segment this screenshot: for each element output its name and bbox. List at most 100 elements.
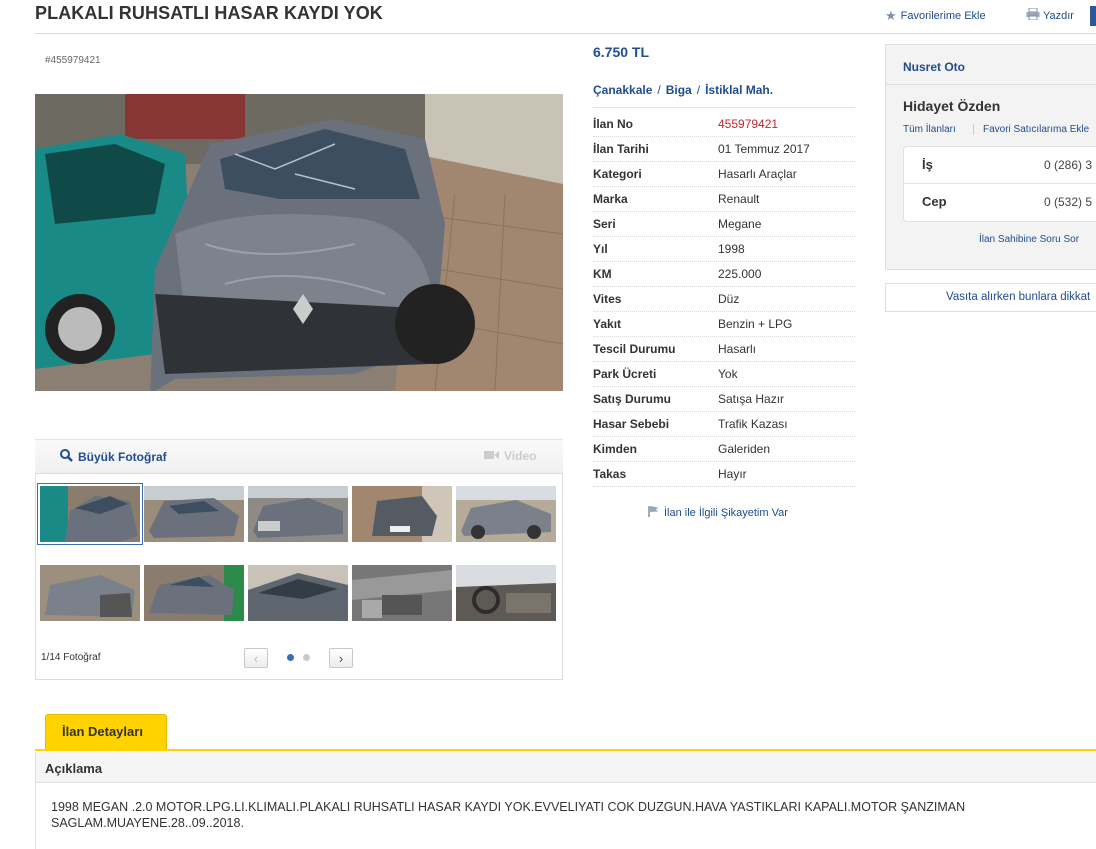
info-row-value: Megane [718,217,762,231]
report-listing-link[interactable]: İlan ile İlgili Şikayetim Var [648,506,788,520]
thumbnail[interactable] [144,565,244,621]
description-title: Açıklama [45,761,103,776]
report-listing-label: İlan ile İlgili Şikayetim Var [664,507,788,519]
page-dot[interactable] [303,654,310,661]
location-divider [593,107,855,108]
info-row-label: Hasar Sebebi [593,417,670,431]
video-camera-icon [484,449,499,463]
info-row-label: Seri [593,217,616,231]
info-row-label: Yakıt [593,317,622,331]
all-ads-link[interactable]: Tüm İlanları [903,124,956,135]
add-favorite-label: Favorilerime Ekle [900,10,986,22]
info-row: Marka Renault [593,186,855,212]
info-row-label: Takas [593,467,627,481]
thumbnail[interactable] [37,483,143,545]
info-row-label: Yıl [593,242,608,256]
thumbnail[interactable] [40,565,140,621]
info-row-value: Satışa Hazır [718,392,785,406]
info-row-value: Benzin + LPG [718,317,793,331]
add-favorite-link[interactable]: ★ Favorilerime Ekle [885,8,986,24]
info-row: Seri Megane [593,211,855,237]
info-row-value: Hayır [718,467,747,481]
page-title: PLAKALI RUHSATLI HASAR KAYDI YOK [35,3,383,23]
store-name[interactable]: Nusret Oto [903,60,965,74]
info-row-value: Galeriden [718,442,771,456]
flag-icon [648,506,658,520]
location-district[interactable]: Biga [666,83,692,97]
info-row-label: Park Ücreti [593,367,657,381]
info-row: Kategori Hasarlı Araçlar [593,161,855,187]
big-photo-label: Büyük Fotoğraf [78,450,167,464]
info-row-label: KM [593,267,612,281]
big-photo-button[interactable]: Büyük Fotoğraf [60,449,167,465]
info-row-label: Marka [593,192,628,206]
print-label: Yazdır [1043,9,1074,22]
photo-counter: 1/14 Fotoğraf [41,652,101,663]
ask-seller-link[interactable]: İlan Sahibine Soru Sor [979,234,1079,245]
thumbnail[interactable] [248,565,348,621]
location-separator: / [657,83,661,97]
buying-tips-label[interactable]: Vasıta alırken bunlara dikkat [946,291,1090,303]
info-row: Vites Düz [593,286,855,312]
info-row-value: Trafik Kazası [718,417,788,431]
phone-work-number[interactable]: 0 (286) 3 [1044,158,1092,172]
info-row-value: Hasarlı [718,342,757,356]
info-row-label: Kategori [593,167,642,181]
star-icon: ★ [885,8,897,23]
info-row-value: Hasarlı Araçlar [718,167,797,181]
favorite-seller-link[interactable]: Favori Satıcılarıma Ekle [983,124,1089,135]
info-row-value: Yok [718,367,738,381]
listing-id: #455979421 [45,55,101,66]
print-link[interactable]: Yazdır [1026,7,1074,23]
info-row: Yakıt Benzin + LPG [593,311,855,337]
thumbnail[interactable] [248,486,348,542]
chevron-left-icon: ‹ [253,650,259,666]
link-separator [973,124,974,135]
phone-divider [904,183,1096,184]
info-row-value: 1998 [718,242,745,256]
location-neighborhood[interactable]: İstiklal Mah. [705,83,773,97]
info-row: Kimden Galeriden [593,436,855,462]
info-row-value: Düz [718,292,740,306]
info-row: Hasar Sebebi Trafik Kazası [593,411,855,437]
info-row: Tescil Durumu Hasarlı [593,336,855,362]
page-dot-active[interactable] [287,654,294,661]
seller-name: Hidayet Özden [903,98,1001,114]
thumbnail[interactable] [352,565,452,621]
main-photo[interactable] [35,94,563,391]
search-icon [60,449,73,465]
previous-photo-button[interactable]: ‹ [244,648,268,668]
info-row: KM 225.000 [593,261,855,287]
info-row-label: İlan No [593,117,634,131]
chevron-right-icon: › [338,650,344,666]
printer-icon [1026,7,1040,23]
info-row-value: Renault [718,192,760,206]
thumbnail[interactable] [352,486,452,542]
seller-divider [886,84,1096,85]
location-city[interactable]: Çanakkale [593,83,652,97]
thumbnail[interactable] [456,486,556,542]
info-row: İlan Tarihi 01 Temmuz 2017 [593,136,855,162]
info-row: Yıl 1998 [593,236,855,262]
location-separator: / [696,83,701,97]
tab-underline [35,749,1096,751]
info-row-label: Tescil Durumu [593,342,676,356]
info-row: İlan No 455979421 [593,111,855,137]
info-row-label: Kimden [593,442,638,456]
tab-listing-details-label: İlan Detayları [62,724,143,739]
info-row-value: 225.000 [718,267,762,281]
info-row-label: İlan Tarihi [593,142,649,156]
info-row-label: Vites [593,292,622,306]
phone-mobile-number[interactable]: 0 (532) 5 [1044,195,1092,209]
info-row: Satış Durumu Satışa Hazır [593,386,855,412]
phone-mobile-label: Cep [922,194,947,209]
video-button[interactable]: Video [484,449,536,463]
thumbnail[interactable] [456,565,556,621]
info-row-value: 455979421 [718,117,779,131]
next-photo-button[interactable]: › [329,648,353,668]
info-row: Park Ücreti Yok [593,361,855,387]
phone-work-label: İş [922,157,933,172]
breadcrumb-location: Çanakkale / Biga / İstiklal Mah. [593,83,773,97]
share-button-edge[interactable] [1090,6,1096,26]
thumbnail[interactable] [144,486,244,542]
